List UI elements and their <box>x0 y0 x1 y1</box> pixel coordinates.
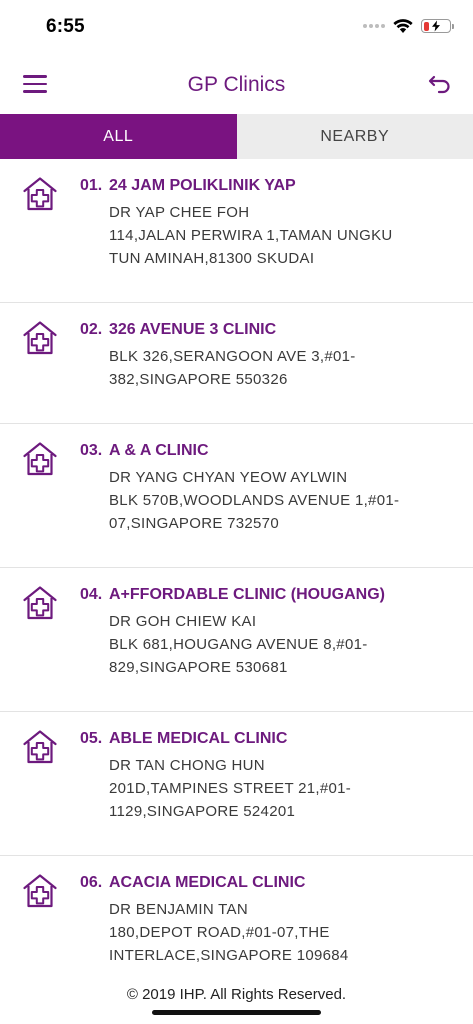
tab-bar: ALL NEARBY <box>0 114 473 159</box>
clinic-address-line: BLK 681,HOUGANG AVENUE 8,#01- <box>109 636 368 653</box>
tab-nearby[interactable]: NEARBY <box>236 114 473 159</box>
page-title: GP Clinics <box>187 73 286 96</box>
clinic-address-line: 07,SINGAPORE 732570 <box>109 515 279 532</box>
battery-charging-icon <box>421 19 454 33</box>
status-time: 6:55 <box>46 16 85 37</box>
clinic-details: DR TAN CHONG HUN 201D,TAMPINES STREET 21… <box>80 754 459 823</box>
clinic-details: DR BENJAMIN TAN 180,DEPOT ROAD,#01-07,TH… <box>80 898 459 967</box>
cellular-signal-icon <box>363 24 385 28</box>
copyright-text: © 2019 IHP. All Rights Reserved. <box>126 986 347 1003</box>
charging-bolt-icon <box>432 20 440 32</box>
screen: 6:55 GP Clinics ALL NEARBY 01. 24 JAM PO… <box>0 0 473 1024</box>
clinic-name-text: ACACIA MEDICAL CLINIC <box>109 874 306 891</box>
clinic-house-cross-icon <box>0 728 80 855</box>
return-arrow-icon[interactable] <box>427 71 453 97</box>
clinic-doctor: DR BENJAMIN TAN <box>109 901 248 918</box>
clinic-index: 04. <box>80 586 103 603</box>
clinic-index: 02. <box>80 321 103 338</box>
clinic-list-item[interactable]: 01. 24 JAM POLIKLINIK YAP DR YAP CHEE FOH… <box>0 159 473 303</box>
clinic-address-line: 382,SINGAPORE 550326 <box>109 371 288 388</box>
clinic-doctor: DR GOH CHIEW KAI <box>109 613 257 630</box>
clinic-list[interactable]: 01. 24 JAM POLIKLINIK YAP DR YAP CHEE FOH… <box>0 159 473 976</box>
clinic-name: 03. A & A CLINIC <box>80 440 459 462</box>
clinic-address-line: 829,SINGAPORE 530681 <box>109 659 288 676</box>
clinic-name-text: A & A CLINIC <box>109 442 209 459</box>
clinic-house-cross-icon <box>0 319 80 423</box>
clinic-name: 05. ABLE MEDICAL CLINIC <box>80 728 459 750</box>
clinic-list-item[interactable]: 02. 326 AVENUE 3 CLINIC BLK 326,SERANGOON… <box>0 303 473 424</box>
clinic-address-line: 201D,TAMPINES STREET 21,#01- <box>109 780 352 797</box>
footer: © 2019 IHP. All Rights Reserved. <box>0 976 473 1024</box>
clinic-address-line: INTERLACE,SINGAPORE 109684 <box>109 947 349 964</box>
clinic-doctor: DR YANG CHYAN YEOW AYLWIN <box>109 469 348 486</box>
nav-bar: GP Clinics <box>0 56 473 114</box>
clinic-name: 01. 24 JAM POLIKLINIK YAP <box>80 175 459 197</box>
clinic-details: DR GOH CHIEW KAI BLK 681,HOUGANG AVENUE … <box>80 610 459 679</box>
clinic-house-cross-icon <box>0 440 80 567</box>
clinic-name-text: 24 JAM POLIKLINIK YAP <box>109 177 296 194</box>
clinic-house-cross-icon <box>0 584 80 711</box>
home-indicator[interactable] <box>152 1010 321 1015</box>
clinic-name-text: A+FFORDABLE CLINIC (HOUGANG) <box>109 586 385 603</box>
clinic-address-line: BLK 570B,WOODLANDS AVENUE 1,#01- <box>109 492 400 509</box>
clinic-doctor: DR TAN CHONG HUN <box>109 757 265 774</box>
hamburger-menu-icon[interactable] <box>23 72 47 96</box>
clinic-house-cross-icon <box>0 175 80 302</box>
clinic-index: 06. <box>80 874 103 891</box>
clinic-address-line: BLK 326,SERANGOON AVE 3,#01- <box>109 348 356 365</box>
clinic-address-line: 1129,SINGAPORE 524201 <box>109 803 296 820</box>
wifi-icon <box>393 19 413 33</box>
clinic-name-text: 326 AVENUE 3 CLINIC <box>109 321 277 338</box>
clinic-index: 03. <box>80 442 103 459</box>
clinic-index: 01. <box>80 177 103 194</box>
clinic-name-text: ABLE MEDICAL CLINIC <box>109 730 288 747</box>
tab-all[interactable]: ALL <box>0 114 237 159</box>
clinic-list-item[interactable]: 03. A & A CLINIC DR YANG CHYAN YEOW AYLWI… <box>0 424 473 568</box>
clinic-name: 06. ACACIA MEDICAL CLINIC <box>80 872 459 894</box>
clinic-details: BLK 326,SERANGOON AVE 3,#01- 382,SINGAPO… <box>80 345 459 391</box>
clinic-doctor: DR YAP CHEE FOH <box>109 204 250 221</box>
clinic-index: 05. <box>80 730 103 747</box>
clinic-name: 04. A+FFORDABLE CLINIC (HOUGANG) <box>80 584 459 606</box>
clinic-house-cross-icon <box>0 872 80 976</box>
clinic-address-line: TUN AMINAH,81300 SKUDAI <box>109 250 315 267</box>
clinic-name: 02. 326 AVENUE 3 CLINIC <box>80 319 459 341</box>
status-bar: 6:55 <box>0 0 473 56</box>
clinic-address-line: 180,DEPOT ROAD,#01-07,THE <box>109 924 330 941</box>
clinic-details: DR YANG CHYAN YEOW AYLWIN BLK 570B,WOODL… <box>80 466 459 535</box>
status-icons <box>363 18 454 34</box>
clinic-list-item[interactable]: 06. ACACIA MEDICAL CLINIC DR BENJAMIN TAN… <box>0 856 473 976</box>
clinic-address-line: 114,JALAN PERWIRA 1,TAMAN UNGKU <box>109 227 393 244</box>
battery-level-fill <box>423 21 430 31</box>
clinic-details: DR YAP CHEE FOH 114,JALAN PERWIRA 1,TAMA… <box>80 201 459 270</box>
clinic-list-item[interactable]: 04. A+FFORDABLE CLINIC (HOUGANG) DR GOH C… <box>0 568 473 712</box>
clinic-list-item[interactable]: 05. ABLE MEDICAL CLINIC DR TAN CHONG HUN … <box>0 712 473 856</box>
